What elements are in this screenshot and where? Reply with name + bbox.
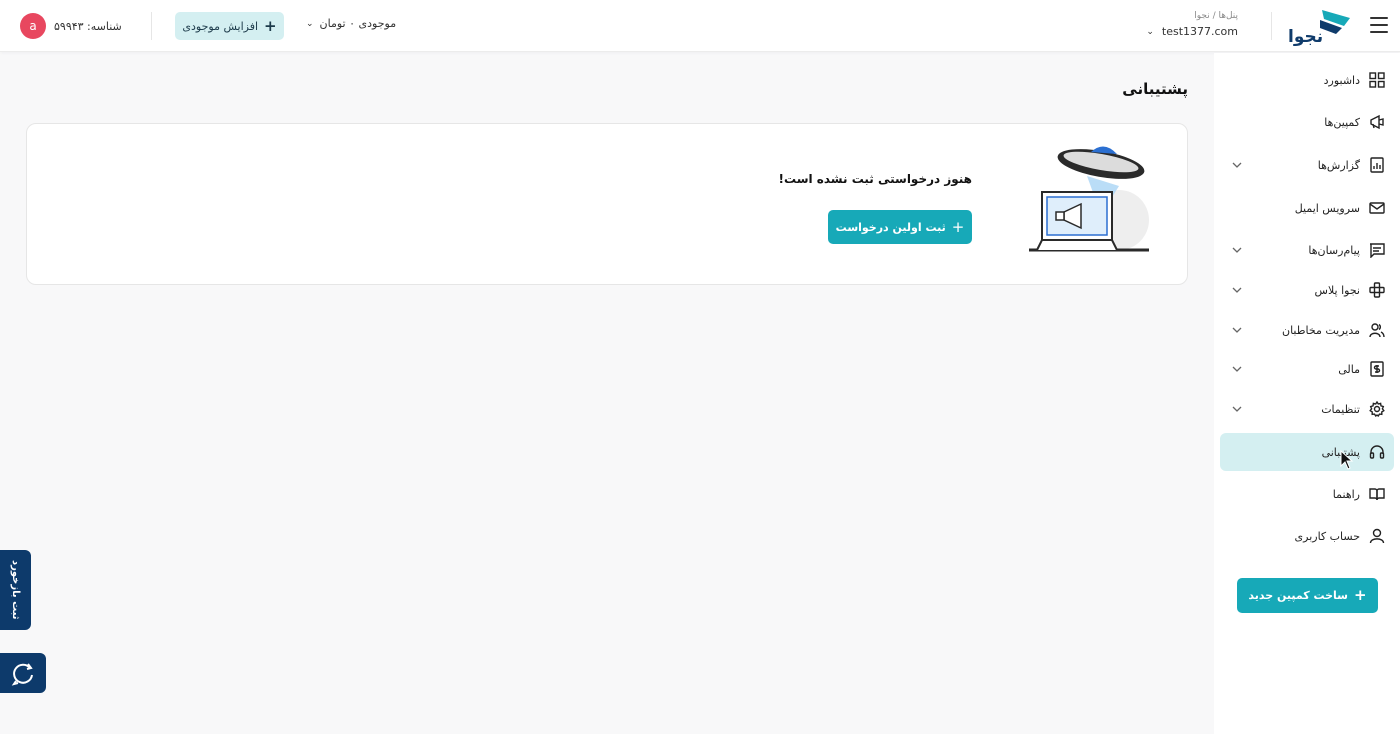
sidebar-item-label: نجوا پلاس — [1314, 283, 1360, 297]
sidebar-item-label: مدیریت مخاطبان — [1281, 323, 1360, 337]
breadcrumb: پنل‌ها / نجوا — [1194, 11, 1238, 21]
topup-label: افزایش موجودی — [182, 19, 259, 33]
menu-toggle-icon[interactable] — [1370, 17, 1388, 33]
gear-icon — [1368, 400, 1386, 418]
empty-state-card: هنوز درخواستی ثبت نشده است! + ثبت اولین … — [26, 123, 1188, 285]
najva-logo[interactable]: نجوا — [1284, 6, 1356, 46]
chevron-down-icon — [1232, 162, 1242, 168]
chevron-down-icon — [1232, 406, 1242, 412]
user-id-label: شناسه: ۵۹۹۴۳ — [54, 19, 122, 33]
first-request-button[interactable]: + ثبت اولین درخواست — [828, 210, 972, 244]
megaphone-icon — [1368, 113, 1386, 131]
plus-icon: + — [264, 16, 277, 35]
finance-icon — [1368, 360, 1386, 378]
sidebar-item-label: راهنما — [1332, 487, 1360, 501]
sidebar-item-label: مالی — [1338, 362, 1360, 376]
chevron-down-icon: ⌄ — [1146, 26, 1154, 37]
sidebar-item-label: کمپین‌ها — [1324, 115, 1360, 129]
sidebar-item-dashboard[interactable]: داشبورد — [1220, 61, 1394, 99]
balance-dropdown[interactable]: موجودی ۰ تومان ⌄ — [306, 17, 396, 30]
new-campaign-label: ساخت کمپین جدید — [1248, 589, 1349, 602]
topup-button[interactable]: + افزایش موجودی — [175, 12, 284, 40]
dashboard-icon — [1368, 71, 1386, 89]
sidebar-item-contacts[interactable]: مدیریت مخاطبان — [1220, 311, 1394, 349]
chat-widget-button[interactable] — [0, 653, 46, 693]
message-icon — [1368, 241, 1386, 259]
mail-icon — [1368, 199, 1386, 217]
chevron-down-icon — [1232, 287, 1242, 293]
empty-state-title: هنوز درخواستی ثبت نشده است! — [778, 172, 972, 186]
user-icon — [1368, 527, 1386, 545]
sidebar-item-label: سرویس ایمیل — [1294, 201, 1360, 215]
header-divider — [1271, 12, 1272, 40]
report-icon — [1368, 156, 1386, 174]
chevron-down-icon: ⌄ — [306, 18, 314, 29]
sidebar-item-settings[interactable]: تنظیمات — [1220, 390, 1394, 428]
sidebar: داشبورد کمپین‌ها گزارش‌ها سرویس ایمیل پی… — [1214, 53, 1400, 734]
user-id-block[interactable]: a شناسه: ۵۹۹۴۳ — [20, 13, 122, 39]
feedback-label: ثبت بازخورد — [10, 560, 21, 620]
sidebar-item-campaigns[interactable]: کمپین‌ها — [1220, 103, 1394, 141]
empty-state-illustration — [1029, 146, 1149, 252]
sidebar-item-reports[interactable]: گزارش‌ها — [1220, 146, 1394, 184]
plus-icon: + — [951, 217, 965, 236]
sidebar-item-finance[interactable]: مالی — [1220, 350, 1394, 388]
sidebar-item-email[interactable]: سرویس ایمیل — [1220, 189, 1394, 227]
top-header: نجوا پنل‌ها / نجوا ⌄ test1377.com موجودی… — [0, 0, 1400, 52]
account-switcher[interactable]: پنل‌ها / نجوا ⌄ test1377.com — [1146, 10, 1238, 38]
logo-text: نجوا — [1288, 27, 1323, 46]
sidebar-item-messengers[interactable]: پیام‌رسان‌ها — [1220, 231, 1394, 269]
chevron-down-icon — [1232, 366, 1242, 372]
chevron-down-icon — [1232, 247, 1242, 253]
sidebar-item-najva-plus[interactable]: نجوا پلاس — [1220, 271, 1394, 309]
headset-icon — [1368, 443, 1386, 461]
users-icon — [1368, 321, 1386, 339]
plus-icon: + — [1354, 586, 1367, 604]
sidebar-item-support[interactable]: پشتیبانی — [1220, 433, 1394, 471]
first-request-label: ثبت اولین درخواست — [835, 220, 946, 234]
sidebar-item-label: داشبورد — [1323, 73, 1360, 87]
chat-icon — [11, 663, 33, 686]
new-campaign-button[interactable]: + ساخت کمپین جدید — [1237, 578, 1378, 613]
account-name: test1377.com — [1161, 25, 1238, 38]
sidebar-item-label: حساب کاربری — [1294, 529, 1360, 543]
sidebar-item-label: گزارش‌ها — [1317, 158, 1360, 172]
feedback-tab[interactable]: ثبت بازخورد — [0, 550, 31, 630]
book-icon — [1368, 485, 1386, 503]
sidebar-item-account[interactable]: حساب کاربری — [1220, 517, 1394, 555]
plus-service-icon — [1368, 281, 1386, 299]
header-divider — [151, 12, 152, 40]
chevron-down-icon — [1232, 327, 1242, 333]
sidebar-item-guide[interactable]: راهنما — [1220, 475, 1394, 513]
balance-label: موجودی ۰ تومان — [319, 17, 397, 30]
avatar[interactable]: a — [20, 13, 46, 39]
sidebar-item-label: پیام‌رسان‌ها — [1308, 243, 1360, 257]
sidebar-item-label: پشتیبانی — [1321, 445, 1360, 459]
page-title: پشتیبانی — [1122, 80, 1188, 98]
sidebar-item-label: تنظیمات — [1321, 402, 1360, 416]
